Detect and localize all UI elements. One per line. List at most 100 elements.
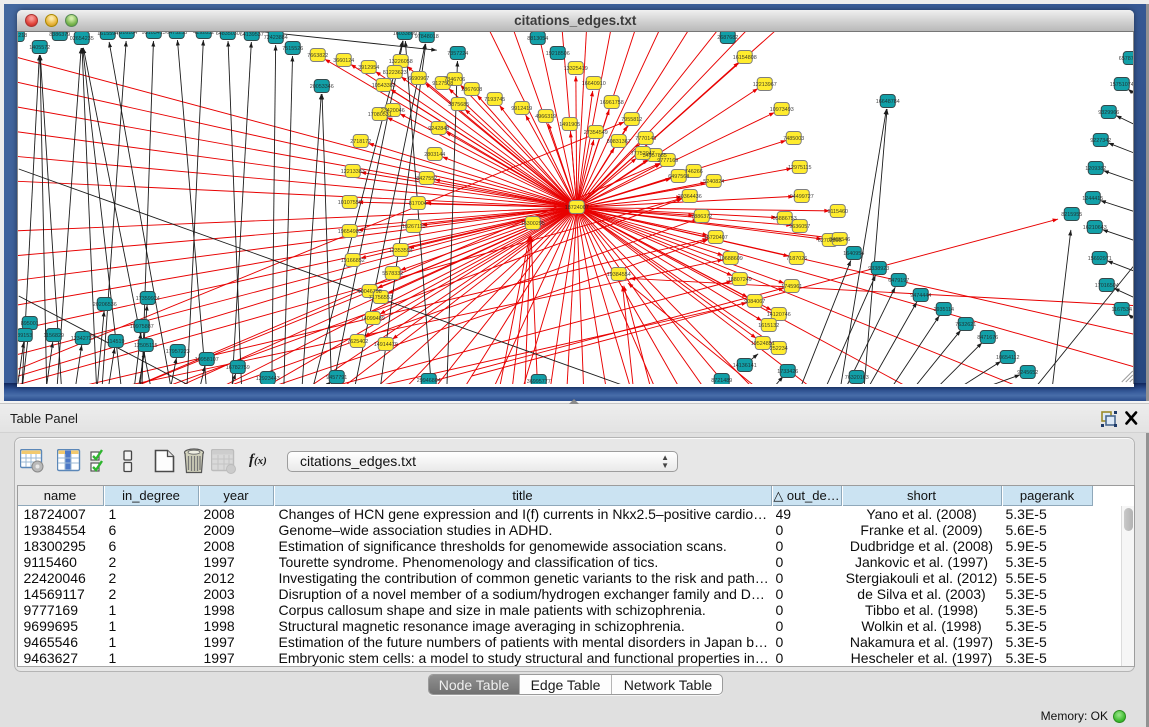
svg-text:16154808: 16154808 bbox=[732, 55, 756, 61]
svg-text:9777169: 9777169 bbox=[657, 158, 678, 164]
svg-text:10973493: 10973493 bbox=[769, 107, 793, 113]
svg-text:7346706: 7346706 bbox=[444, 77, 465, 83]
svg-text:7955812: 7955812 bbox=[621, 117, 642, 123]
svg-text:9474444: 9474444 bbox=[910, 293, 931, 299]
svg-text:7193745: 7193745 bbox=[484, 97, 505, 103]
svg-text:10543382: 10543382 bbox=[371, 83, 395, 89]
svg-text:15692971: 15692971 bbox=[1087, 256, 1111, 262]
svg-text:1167534: 1167534 bbox=[1111, 307, 1132, 313]
svg-text:12505115: 12505115 bbox=[133, 343, 157, 349]
svg-text:18724007: 18724007 bbox=[564, 205, 588, 211]
svg-text:6479197: 6479197 bbox=[888, 278, 909, 284]
svg-text:8427552: 8427552 bbox=[416, 176, 437, 182]
svg-text:1156829: 1156829 bbox=[43, 333, 64, 339]
svg-text:16648784: 16648784 bbox=[875, 99, 899, 105]
svg-text:2803144: 2803144 bbox=[424, 152, 445, 158]
svg-text:7886372: 7886372 bbox=[691, 214, 712, 220]
svg-text:114519: 114519 bbox=[106, 339, 124, 345]
svg-text:29946804: 29946804 bbox=[416, 378, 440, 384]
svg-text:20206536: 20206536 bbox=[92, 302, 116, 308]
svg-text:7816184: 7816184 bbox=[116, 32, 137, 36]
svg-text:19654983: 19654983 bbox=[337, 229, 361, 235]
svg-text:895001: 895001 bbox=[20, 321, 38, 327]
svg-text:81223623: 81223623 bbox=[382, 70, 406, 76]
svg-text:0433218: 0433218 bbox=[18, 33, 27, 39]
svg-text:17359924: 17359924 bbox=[135, 296, 159, 302]
svg-text:8471676: 8471676 bbox=[977, 335, 998, 341]
svg-text:4966319: 4966319 bbox=[535, 114, 556, 120]
svg-text:9636057: 9636057 bbox=[789, 224, 810, 230]
svg-text:19218506: 19218506 bbox=[545, 51, 569, 57]
svg-text:12975115: 12975115 bbox=[787, 165, 811, 171]
svg-text:6497568: 6497568 bbox=[668, 174, 689, 180]
svg-text:17016504: 17016504 bbox=[1094, 283, 1118, 289]
svg-text:1745961: 1745961 bbox=[781, 284, 802, 290]
svg-text:10107556: 10107556 bbox=[337, 200, 361, 206]
svg-text:1209382: 1209382 bbox=[1085, 166, 1106, 172]
svg-text:5578332: 5578332 bbox=[382, 271, 403, 277]
svg-text:9242848: 9242848 bbox=[428, 126, 449, 132]
svg-text:16961758: 16961758 bbox=[599, 100, 623, 106]
svg-text:12353594: 12353594 bbox=[388, 248, 412, 254]
svg-text:6690967: 6690967 bbox=[408, 76, 429, 82]
svg-text:7663822: 7663822 bbox=[307, 53, 328, 59]
svg-text:1244415: 1244415 bbox=[1082, 196, 1103, 202]
svg-text:9245652: 9245652 bbox=[1017, 370, 1038, 376]
svg-text:10975887: 10975887 bbox=[129, 324, 153, 330]
svg-text:9115460: 9115460 bbox=[827, 209, 848, 215]
svg-text:8721489: 8721489 bbox=[711, 378, 732, 384]
svg-text:8215955: 8215955 bbox=[1061, 212, 1082, 218]
svg-text:13325419: 13325419 bbox=[563, 66, 587, 72]
svg-text:7770143: 7770143 bbox=[635, 136, 656, 142]
svg-text:16782759: 16782759 bbox=[225, 365, 249, 371]
svg-text:9227342: 9227342 bbox=[1090, 138, 1111, 144]
svg-text:15720407: 15720407 bbox=[703, 235, 727, 241]
svg-text:10654112: 10654112 bbox=[995, 355, 1019, 361]
svg-text:9329966: 9329966 bbox=[1098, 110, 1119, 116]
svg-text:3660124: 3660124 bbox=[333, 58, 354, 64]
svg-text:02654235: 02654235 bbox=[69, 36, 93, 42]
svg-text:64139537: 64139537 bbox=[239, 32, 263, 38]
svg-text:10688609: 10688609 bbox=[718, 256, 742, 262]
svg-text:93103413: 93103413 bbox=[141, 32, 165, 36]
svg-text:12213383: 12213383 bbox=[340, 169, 364, 175]
svg-text:9457791: 9457791 bbox=[326, 375, 347, 381]
svg-text:3912954: 3912954 bbox=[358, 65, 379, 71]
svg-text:1640954: 1640954 bbox=[843, 251, 864, 257]
svg-text:7187026: 7187026 bbox=[786, 256, 807, 262]
svg-text:72423884: 72423884 bbox=[263, 35, 287, 41]
svg-text:1405572: 1405572 bbox=[29, 45, 50, 51]
svg-text:39153: 39153 bbox=[18, 333, 32, 339]
svg-text:36995777: 36995777 bbox=[526, 379, 550, 384]
svg-text:13226058: 13226058 bbox=[388, 59, 412, 65]
svg-text:14099489: 14099489 bbox=[360, 316, 384, 322]
svg-text:18807249: 18807249 bbox=[727, 277, 751, 283]
svg-text:8813054: 8813054 bbox=[527, 36, 548, 42]
svg-text:7357224: 7357224 bbox=[447, 51, 468, 57]
svg-text:16210643: 16210643 bbox=[1082, 225, 1106, 231]
svg-text:7632621: 7632621 bbox=[955, 322, 976, 328]
svg-text:12923443: 12923443 bbox=[255, 376, 279, 382]
svg-text:65787133: 65787133 bbox=[1118, 56, 1134, 62]
svg-text:1733426: 1733426 bbox=[777, 369, 798, 375]
svg-text:17080531: 17080531 bbox=[367, 112, 391, 118]
svg-text:9338923: 9338923 bbox=[868, 266, 889, 272]
svg-text:27354549: 27354549 bbox=[583, 130, 607, 136]
svg-text:7515526: 7515526 bbox=[282, 46, 303, 52]
svg-text:9912419: 9912419 bbox=[511, 106, 532, 112]
svg-text:9465546: 9465546 bbox=[829, 237, 850, 243]
svg-text:04499727: 04499727 bbox=[789, 194, 813, 200]
svg-text:3875685: 3875685 bbox=[448, 102, 469, 108]
svg-text:18267110: 18267110 bbox=[401, 224, 425, 230]
svg-text:9084067: 9084067 bbox=[744, 299, 765, 305]
svg-text:14914479: 14914479 bbox=[373, 342, 397, 348]
svg-text:12213967: 12213967 bbox=[752, 82, 776, 88]
svg-text:16033809: 16033809 bbox=[392, 32, 416, 37]
svg-text:64835030: 64835030 bbox=[215, 32, 239, 37]
svg-text:8386379: 8386379 bbox=[49, 32, 70, 38]
svg-text:97848018: 97848018 bbox=[414, 34, 438, 40]
svg-text:77752047: 77752047 bbox=[630, 151, 654, 157]
svg-text:7485003: 7485003 bbox=[783, 136, 804, 142]
svg-text:6475255: 6475255 bbox=[166, 32, 187, 36]
svg-text:55886753: 55886753 bbox=[772, 216, 796, 222]
